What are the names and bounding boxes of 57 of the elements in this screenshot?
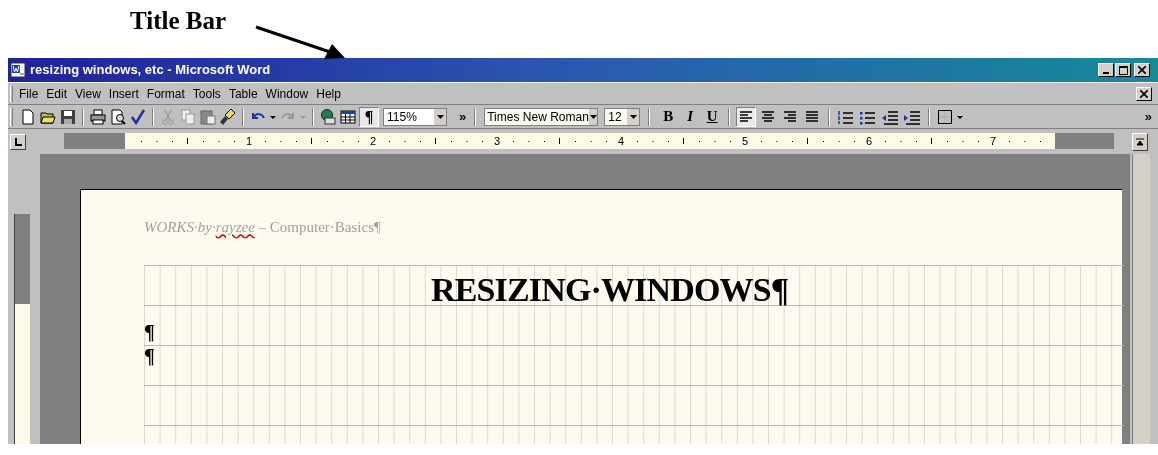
menu-item[interactable]: Tools — [192, 84, 221, 103]
minimize-icon — [1103, 72, 1109, 74]
vertical-scrollbar[interactable] — [1132, 154, 1150, 444]
split-handle-icon[interactable] — [1136, 136, 1144, 147]
menu-item[interactable]: File — [19, 84, 39, 103]
paintbrush-icon[interactable] — [219, 107, 237, 126]
zoom-combo[interactable]: 115% — [383, 107, 447, 126]
ruler-number: 7 — [990, 134, 997, 148]
globe-icon[interactable] — [319, 107, 337, 126]
align-left-button[interactable] — [736, 106, 757, 127]
document-w-icon — [10, 62, 26, 78]
bold-button[interactable]: B — [658, 106, 679, 127]
menu-item[interactable]: Insert — [108, 84, 139, 103]
spelling-check-icon[interactable] — [129, 107, 147, 126]
ruler-number: 4 — [618, 134, 625, 148]
font-combo[interactable]: Times New Roman — [484, 107, 599, 126]
maximize-icon — [1118, 65, 1128, 75]
italic-button[interactable]: I — [680, 106, 701, 127]
show-hide-button[interactable]: ¶ — [359, 106, 379, 127]
font-size-combo[interactable]: 12 — [604, 107, 641, 126]
window-title: resizing windows, etc - Microsoft Word — [30, 61, 271, 80]
ruler-number: 6 — [866, 134, 873, 148]
menu-item[interactable]: Format — [146, 84, 185, 103]
ruler-number: 2 — [370, 134, 377, 148]
more-buttons-chevron[interactable]: » — [1144, 110, 1152, 123]
annotation-label: Title Bar — [130, 8, 227, 33]
border-icon[interactable] — [936, 107, 955, 126]
dropdown-icon[interactable] — [434, 108, 446, 125]
ruler-number: 5 — [742, 134, 749, 148]
dropdown-icon[interactable] — [627, 108, 640, 125]
ruler-number: 1 — [246, 134, 253, 148]
menu-item[interactable]: Help — [316, 84, 341, 103]
close-button[interactable] — [1134, 63, 1150, 77]
menu-item[interactable]: Edit — [46, 84, 68, 103]
menu-item[interactable]: Table — [228, 84, 258, 103]
paragraph-mark: ¶ — [144, 344, 155, 368]
new-document-icon[interactable] — [19, 107, 37, 126]
document-title: RESIZING·WINDOWS¶ — [431, 273, 789, 307]
underline-button[interactable]: U — [702, 106, 723, 127]
close-document-button[interactable] — [1136, 86, 1152, 101]
close-icon — [1138, 66, 1146, 74]
tab-selector[interactable] — [10, 133, 26, 150]
print-preview-icon[interactable] — [109, 107, 127, 126]
paragraph-mark: ¶ — [144, 320, 155, 344]
ruler-number: 3 — [494, 134, 501, 148]
left-tab-icon — [14, 137, 22, 146]
menu-item[interactable]: View — [75, 84, 101, 103]
maximize-button[interactable] — [1115, 63, 1131, 77]
printer-icon[interactable] — [89, 107, 107, 126]
table-icon[interactable] — [339, 107, 357, 126]
more-buttons-chevron[interactable]: » — [459, 110, 467, 123]
clipboard-icon[interactable] — [199, 107, 217, 126]
close-icon — [1140, 89, 1148, 98]
menu-item[interactable]: Window — [265, 84, 309, 103]
dropdown-icon[interactable] — [588, 108, 598, 125]
document-header: WORKS·by·rayzee – Computer·Basics¶ — [144, 218, 381, 237]
minimize-button[interactable] — [1098, 63, 1114, 77]
